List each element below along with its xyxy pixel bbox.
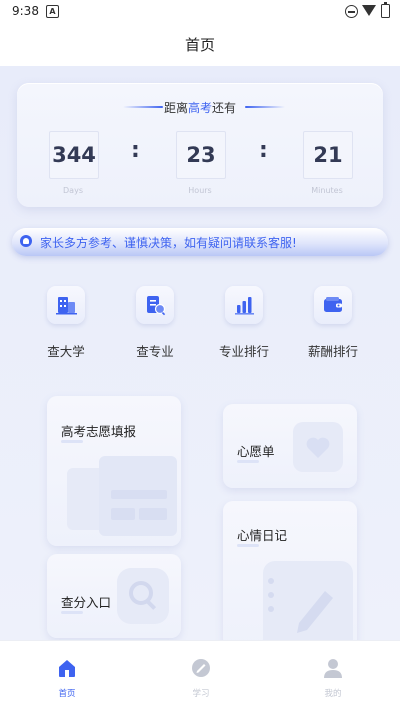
card-underline: [237, 544, 259, 547]
application-card[interactable]: 高考志愿填报: [47, 396, 181, 546]
tab-home[interactable]: 首页: [27, 657, 107, 699]
notebook-pen-icon: [263, 561, 353, 640]
home-icon: [59, 660, 75, 677]
category-university[interactable]: 查大学: [21, 284, 111, 360]
minutes-label: Minutes: [311, 186, 343, 195]
heading-highlight: 高考: [187, 101, 212, 115]
status-bar: 9:38 A: [0, 0, 400, 24]
wifi-icon: [362, 5, 376, 16]
tab-label: 学习: [192, 689, 210, 699]
countdown-heading: 距离高考还有: [17, 99, 383, 116]
score-query-card[interactable]: 查分入口: [47, 554, 181, 638]
card-title: 查分入口: [61, 595, 112, 610]
tab-label: 我的: [324, 689, 342, 699]
category-label: 查大学: [47, 344, 85, 359]
ranking-chart-icon: [225, 286, 263, 324]
profile-icon: [324, 659, 342, 678]
card-underline: [237, 460, 259, 463]
page-title: 首页: [184, 36, 215, 54]
category-salary-ranking[interactable]: 薪酬排行: [288, 284, 378, 360]
days-value: 344: [49, 131, 99, 179]
tab-profile[interactable]: 我的: [293, 657, 373, 699]
category-major-ranking[interactable]: 专业排行: [199, 284, 289, 360]
card-underline: [61, 440, 83, 443]
form-line: [111, 490, 167, 499]
category-grid: 查大学 查专业 专业排行 薪酬排行: [0, 284, 400, 364]
hours-label: Hours: [188, 186, 212, 195]
card-title: 心情日记: [237, 528, 288, 543]
tab-study[interactable]: 学习: [161, 657, 241, 699]
form-line: [111, 508, 135, 520]
category-label: 查专业: [136, 344, 174, 359]
card-title: 心愿单: [237, 444, 275, 459]
category-major[interactable]: 查专业: [110, 284, 200, 360]
battery-icon: [381, 2, 390, 18]
home-content[interactable]: 距离高考还有 344 Days : 23 Hours : 21 Minutes …: [0, 66, 400, 640]
status-time: 9:38: [12, 4, 39, 18]
major-icon: [136, 286, 174, 324]
hours-value: 23: [176, 131, 226, 179]
bell-icon: [20, 235, 32, 247]
category-label: 薪酬排行: [307, 344, 358, 359]
study-icon: [192, 659, 210, 677]
card-underline: [61, 611, 83, 614]
heading-suffix: 还有: [212, 101, 237, 115]
wallet-icon: [314, 286, 352, 324]
notice-text: 家长多方参考、谨慎决策，如有疑问请联系客服!: [40, 236, 297, 250]
colon-separator: :: [259, 138, 268, 163]
magnifier-icon: [117, 568, 169, 624]
wishlist-card[interactable]: 心愿单: [223, 404, 357, 488]
university-icon: [47, 286, 85, 324]
do-not-disturb-icon: [345, 5, 358, 18]
card-title: 高考志愿填报: [61, 424, 137, 439]
notification-a-icon: A: [46, 5, 59, 18]
heart-icon: [293, 422, 343, 472]
gaokao-countdown-card: 距离高考还有 344 Days : 23 Hours : 21 Minutes: [17, 83, 383, 207]
mood-diary-card[interactable]: 心情日记: [223, 501, 357, 640]
heading-right-dash: [245, 106, 285, 108]
bottom-tab-bar: 首页 学习 我的: [0, 640, 400, 712]
colon-separator: :: [131, 138, 140, 163]
tab-label: 首页: [58, 689, 76, 699]
heading-prefix: 距离: [163, 101, 188, 115]
notice-marquee[interactable]: 家长多方参考、谨慎决策，如有疑问请联系客服!: [12, 228, 388, 256]
app-header: 首页: [0, 24, 400, 66]
category-label: 专业排行: [218, 344, 269, 359]
days-label: Days: [63, 186, 83, 195]
minutes-value: 21: [303, 131, 353, 179]
form-line: [139, 508, 167, 520]
